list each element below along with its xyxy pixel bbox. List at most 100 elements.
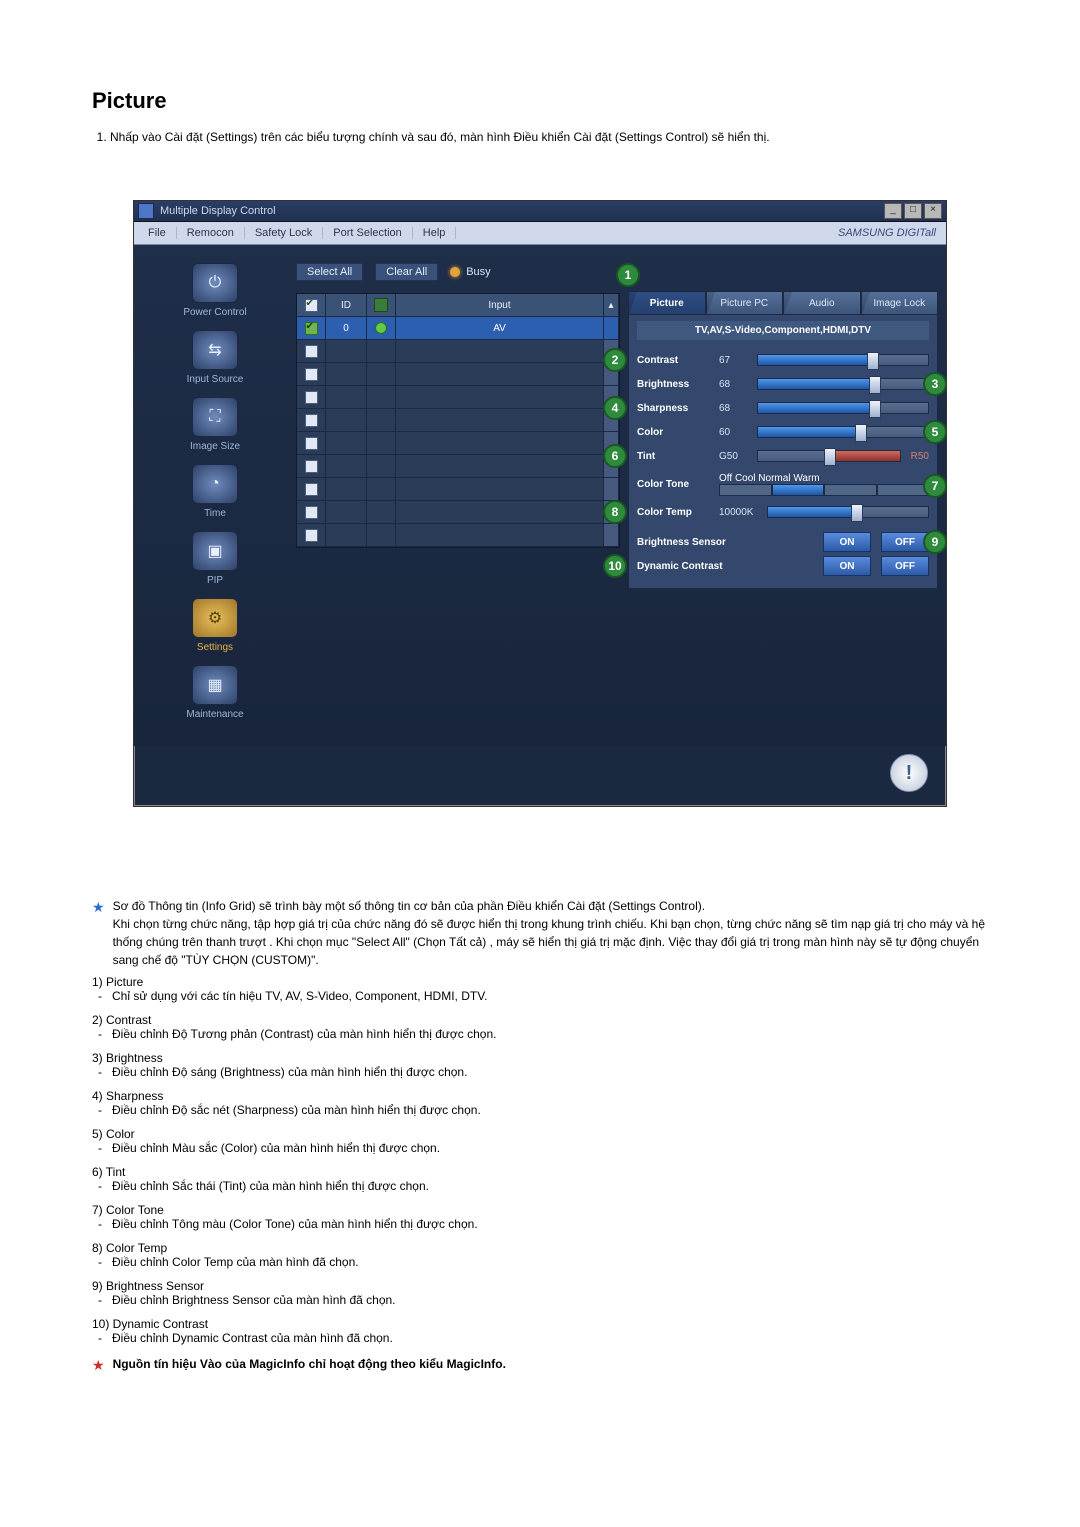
row-id: 0: [326, 317, 367, 339]
menu-remocon[interactable]: Remocon: [177, 227, 245, 239]
slider-sharpness[interactable]: [757, 402, 929, 414]
value-contrast: 67: [719, 355, 757, 366]
badge-3: 3: [923, 372, 947, 396]
table-row[interactable]: [297, 363, 619, 386]
row-tint: 6 Tint G50 R50: [637, 444, 929, 468]
tab-audio[interactable]: Audio: [783, 291, 861, 314]
row-checkbox[interactable]: [305, 391, 318, 404]
slider-color[interactable]: [757, 426, 929, 438]
row-checkbox[interactable]: [305, 529, 318, 542]
tab-picture-pc[interactable]: Picture PC: [706, 291, 784, 314]
table-row[interactable]: [297, 432, 619, 455]
value-brightness: 68: [719, 379, 757, 390]
sidebar-item-image-size[interactable]: ⛶Image Size: [140, 397, 290, 452]
menu-port-selection[interactable]: Port Selection: [323, 227, 412, 239]
app-icon: [138, 203, 154, 219]
item-heading: 4) Sharpness: [92, 1089, 988, 1103]
panel-header: TV,AV,S-Video,Component,HDMI,DTV: [637, 321, 929, 340]
row-checkbox[interactable]: [305, 345, 318, 358]
list-item: 8) Color TempĐiều chỉnh Color Temp của m…: [92, 1241, 988, 1269]
minimize-button[interactable]: _: [884, 203, 902, 219]
grid-header: ID Input ▴: [297, 294, 619, 317]
sidebar-item-maintenance[interactable]: ▦Maintenance: [140, 665, 290, 720]
row-dynamic-contrast: 10 Dynamic Contrast ON OFF: [637, 554, 929, 578]
sidebar-item-label: PIP: [207, 575, 223, 586]
label-tint: Tint: [637, 451, 719, 462]
settings-tabs: Picture Picture PC Audio Image Lock: [628, 291, 938, 314]
row-checkbox[interactable]: [305, 414, 318, 427]
list-item: 6) TintĐiều chỉnh Sắc thái (Tint) của mà…: [92, 1165, 988, 1193]
sidebar-icon: ⇆: [192, 330, 238, 370]
label-color-tone: Color Tone: [637, 479, 719, 490]
table-row[interactable]: [297, 501, 619, 524]
table-row[interactable]: [297, 478, 619, 501]
item-description: Điều chỉnh Độ sáng (Brightness) của màn …: [112, 1065, 988, 1079]
badge-6: 6: [603, 444, 627, 468]
titlebar: Multiple Display Control _ □ ×: [134, 201, 946, 222]
sidebar-icon: ◔: [192, 464, 238, 504]
slider-contrast[interactable]: [757, 354, 929, 366]
settings-panel: 1 Picture Picture PC Audio Image Lock TV…: [628, 263, 946, 746]
sidebar-item-pip[interactable]: ▣PIP: [140, 531, 290, 586]
scroll-up-button[interactable]: ▴: [604, 294, 619, 316]
color-tone-selector[interactable]: [719, 484, 929, 496]
sidebar-item-label: Time: [204, 508, 226, 519]
table-row[interactable]: [297, 524, 619, 547]
dynamic-contrast-on-button[interactable]: ON: [823, 556, 871, 576]
row-checkbox[interactable]: [305, 506, 318, 519]
sidebar-item-label: Image Size: [190, 441, 240, 452]
sidebar-item-input-source[interactable]: ⇆ Input Source: [140, 330, 290, 385]
table-row[interactable]: [297, 340, 619, 363]
menu-help[interactable]: Help: [413, 227, 457, 239]
list-item: 5) ColorĐiều chỉnh Màu sắc (Color) của m…: [92, 1127, 988, 1155]
item-description: Điều chỉnh Brightness Sensor của màn hìn…: [112, 1293, 988, 1307]
tab-picture[interactable]: Picture: [628, 291, 706, 314]
brightness-sensor-on-button[interactable]: ON: [823, 532, 871, 552]
row-checkbox[interactable]: [305, 368, 318, 381]
item-heading: 1) Picture: [92, 975, 988, 989]
table-row[interactable]: [297, 455, 619, 478]
item-description: Điều chỉnh Độ Tương phản (Contrast) của …: [112, 1027, 988, 1041]
footer-note-text: Nguồn tín hiệu Vào của MagicInfo chỉ hoạ…: [113, 1355, 506, 1376]
label-dynamic-contrast: Dynamic Contrast: [637, 561, 767, 572]
row-brightness-sensor: 9 Brightness Sensor ON OFF: [637, 530, 929, 554]
dynamic-contrast-off-button[interactable]: OFF: [881, 556, 929, 576]
brightness-sensor-off-button[interactable]: OFF: [881, 532, 929, 552]
sidebar-item-time[interactable]: ◔ Time: [140, 464, 290, 519]
sidebar-item-label: Input Source: [187, 374, 244, 385]
sidebar-item-settings[interactable]: ⚙Settings: [140, 598, 290, 653]
row-checkbox[interactable]: [305, 460, 318, 473]
row-contrast: 2 Contrast 67: [637, 348, 929, 372]
sidebar-item-power-control[interactable]: ⏻Power Control: [140, 263, 290, 318]
header-checkbox[interactable]: [305, 299, 318, 312]
close-button[interactable]: ×: [924, 203, 942, 219]
menu-safety-lock[interactable]: Safety Lock: [245, 227, 323, 239]
table-row[interactable]: 0 AV: [297, 317, 619, 340]
badge-9: 9: [923, 530, 947, 554]
description-list: 1) PictureChỉ sử dụng với các tín hiệu T…: [92, 975, 988, 1345]
list-item: 2) ContrastĐiều chỉnh Độ Tương phản (Con…: [92, 1013, 988, 1041]
clear-all-button[interactable]: Clear All: [375, 263, 438, 281]
busy-label: Busy: [466, 266, 490, 278]
info-icon[interactable]: !: [890, 754, 928, 792]
table-row[interactable]: [297, 386, 619, 409]
slider-brightness[interactable]: [757, 378, 929, 390]
table-row[interactable]: [297, 409, 619, 432]
row-checkbox[interactable]: [305, 322, 318, 335]
slider-tint[interactable]: [757, 450, 901, 462]
item-heading: 8) Color Temp: [92, 1241, 988, 1255]
row-checkbox[interactable]: [305, 483, 318, 496]
slider-color-temp[interactable]: [767, 506, 929, 518]
item-heading: 5) Color: [92, 1127, 988, 1141]
row-checkbox[interactable]: [305, 437, 318, 450]
tab-image-lock[interactable]: Image Lock: [861, 291, 939, 314]
menu-file[interactable]: File: [138, 227, 177, 239]
item-description: Điều chỉnh Color Temp của màn hình đã ch…: [112, 1255, 988, 1269]
list-item: 3) BrightnessĐiều chỉnh Độ sáng (Brightn…: [92, 1051, 988, 1079]
select-all-button[interactable]: Select All: [296, 263, 363, 281]
busy-dot-icon: [450, 267, 460, 277]
item-description: Điều chỉnh Dynamic Contrast của màn hình…: [112, 1331, 988, 1345]
maximize-button[interactable]: □: [904, 203, 922, 219]
star-blue-icon: ★: [92, 897, 105, 969]
app-window: Multiple Display Control _ □ × File Remo…: [133, 200, 947, 807]
